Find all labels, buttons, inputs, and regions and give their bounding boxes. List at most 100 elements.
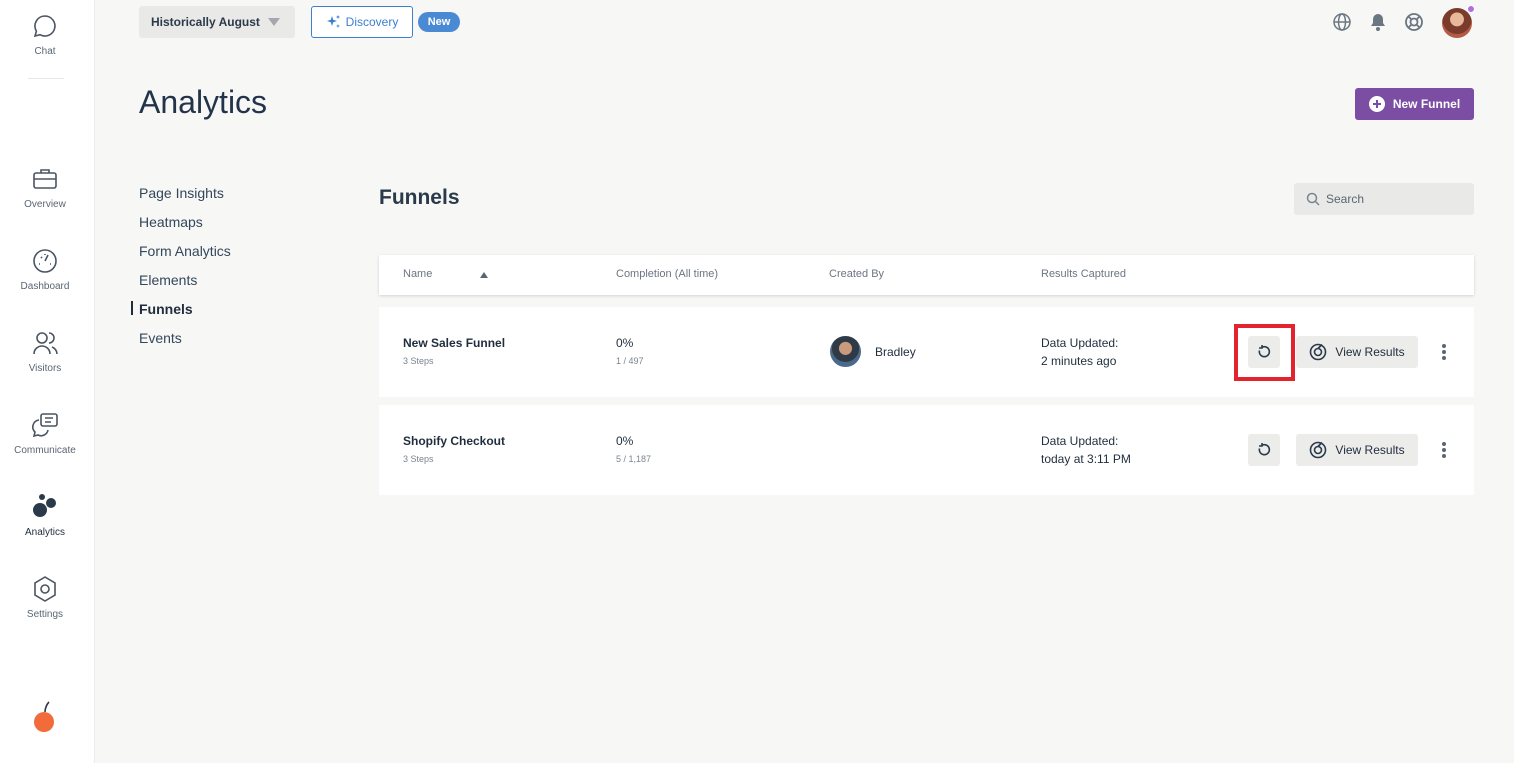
globe-icon [1333,13,1351,31]
new-badge: New [418,12,460,32]
page-title: Analytics [139,84,268,120]
view-results-label: View Results [1335,345,1405,359]
results-captured-cell: Data Updated: today at 3:11 PM [1041,432,1131,468]
subnav-heatmaps[interactable]: Heatmaps [139,213,231,242]
creator-avatar [830,336,861,367]
subnav-elements[interactable]: Elements [139,271,231,300]
subnav-funnels[interactable]: Funnels [131,300,231,329]
chat-bubble-icon [33,15,56,38]
completion-ratio: 5 / 1,187 [616,454,652,464]
dot-icon [1442,454,1446,458]
rail-item-settings[interactable]: Settings [0,575,90,620]
rail-label-dashboard: Dashboard [20,281,70,292]
column-created-by[interactable]: Created By [829,268,884,280]
completion-cell: 0% 5 / 1,187 [616,434,651,464]
results-captured-cell: Data Updated: 2 minutes ago [1041,334,1118,370]
dot-icon [1442,350,1446,354]
search-box [1294,183,1474,215]
bell-icon [1371,14,1385,31]
subnav-page-insights[interactable]: Page Insights [139,184,231,213]
table-row: Shopify Checkout 3 Steps 0% 5 / 1,187 Da… [379,405,1474,495]
lifebuoy-icon [1405,13,1423,31]
chat-bubbles-icon [32,413,58,438]
column-name-label: Name [403,268,433,280]
rail-item-dashboard[interactable]: Dashboard [0,247,90,292]
column-completion[interactable]: Completion (All time) [616,268,718,280]
data-updated-label: Data Updated: [1041,434,1119,448]
subnav-events[interactable]: Events [139,329,231,358]
search-input[interactable] [1326,192,1456,206]
date-range-value: Historically August [151,15,260,29]
briefcase-icon [33,169,57,189]
search-icon [1306,192,1320,206]
subnav-form-analytics[interactable]: Form Analytics [139,242,231,271]
notifications-button[interactable] [1368,12,1388,32]
gauge-icon [33,249,57,273]
refresh-icon [1258,345,1271,358]
column-results-captured[interactable]: Results Captured [1041,268,1126,280]
creator-name: Bradley [875,344,916,359]
rail-divider [28,78,64,79]
sort-ascending-icon [480,272,488,278]
rail-item-visitors[interactable]: Visitors [0,329,90,374]
view-results-label: View Results [1335,443,1405,457]
more-options-button[interactable] [1438,440,1450,460]
rail-label-overview: Overview [24,199,66,210]
rail-label-chat: Chat [34,46,56,57]
new-funnel-button[interactable]: New Funnel [1355,88,1474,120]
data-updated-value: 2 minutes ago [1041,354,1117,368]
completion-ratio: 1 / 497 [616,356,644,366]
dot-icon [1442,344,1446,348]
funnel-steps: 3 Steps [403,356,434,366]
more-options-button[interactable] [1438,342,1450,362]
users-icon [33,332,58,355]
discovery-button[interactable]: Discovery [311,6,413,38]
section-title: Funnels [379,186,460,209]
help-button[interactable] [1404,12,1424,32]
dot-icon [1442,442,1446,446]
discovery-label: Discovery [345,15,399,29]
funnel-name-cell[interactable]: Shopify Checkout 3 Steps [403,434,505,464]
created-by-cell: Bradley [830,336,916,367]
rail-label-communicate: Communicate [14,445,76,456]
refresh-button[interactable] [1248,434,1280,466]
notification-dot [1467,5,1475,13]
dot-icon [1442,448,1446,452]
target-icon [1310,441,1327,459]
rail-label-settings: Settings [26,609,64,620]
sparkle-icon [326,15,340,28]
analytics-subnav: Page Insights Heatmaps Form Analytics El… [131,184,231,358]
completion-percent: 0% [616,434,634,448]
view-results-button[interactable]: View Results [1296,434,1418,466]
rail-label-analytics: Analytics [24,527,65,538]
view-results-button[interactable]: View Results [1296,336,1418,368]
table-header: Name Completion (All time) Created By Re… [379,255,1474,295]
globe-button[interactable] [1332,12,1352,32]
orange-fruit-logo[interactable] [32,700,56,734]
rail-item-overview[interactable]: Overview [0,165,90,210]
left-rail: Chat Overview Dashboard Visitors Communi… [0,0,95,763]
rail-label-visitors: Visitors [28,363,62,374]
user-avatar[interactable] [1442,5,1475,38]
data-updated-label: Data Updated: [1041,336,1119,350]
new-funnel-label: New Funnel [1392,97,1461,111]
caret-down-icon [268,18,280,26]
funnel-name: New Sales Funnel [403,336,506,350]
rail-item-communicate[interactable]: Communicate [0,411,90,456]
target-icon [1310,343,1327,361]
funnel-steps: 3 Steps [403,454,434,464]
rail-item-analytics[interactable]: Analytics [0,493,90,538]
refresh-button[interactable] [1248,336,1280,368]
funnel-name-cell[interactable]: New Sales Funnel 3 Steps [403,336,505,366]
funnel-name: Shopify Checkout [403,434,506,448]
hexagon-gear-icon [34,576,56,602]
column-name[interactable]: Name [403,268,488,280]
date-range-select[interactable]: Historically August [139,6,295,38]
dot-icon [1442,356,1446,360]
analytics-dots-icon [33,494,56,517]
completion-cell: 0% 1 / 497 [616,336,644,366]
table-row: New Sales Funnel 3 Steps 0% 1 / 497 Brad… [379,307,1474,397]
data-updated-value: today at 3:11 PM [1041,452,1131,466]
rail-item-chat[interactable]: Chat [0,12,90,57]
refresh-icon [1258,443,1271,456]
